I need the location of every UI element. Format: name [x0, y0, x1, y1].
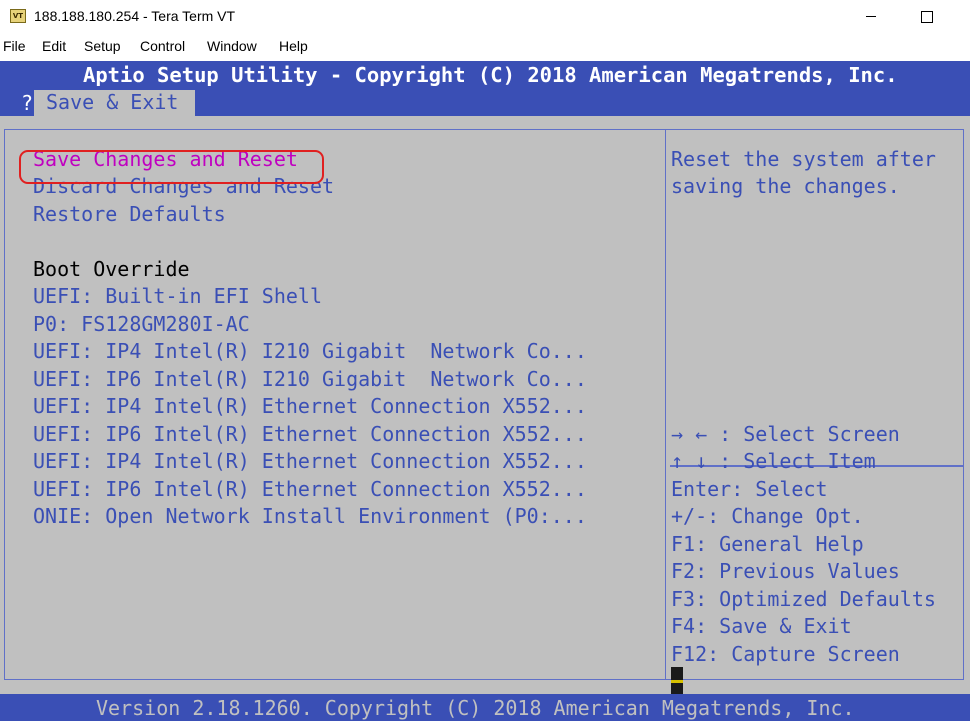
tab-save-exit-label: Save & Exit [46, 90, 179, 114]
footer-version-text: Version 2.18.1260. Copyright (C) 2018 Am… [96, 696, 855, 720]
menu-item-restore-defaults[interactable]: Restore Defaults [33, 202, 226, 226]
bios-body: Save Changes and Reset Discard Changes a… [0, 116, 970, 694]
tab-save-exit[interactable]: Save & Exit [34, 90, 195, 116]
terminal-screen[interactable]: Aptio Setup Utility - Copyright (C) 2018… [0, 61, 970, 721]
tab-prefix: ? [21, 91, 34, 115]
boot-option[interactable]: UEFI: IP4 Intel(R) I210 Gigabit Network … [33, 339, 587, 363]
key-legend-select-screen: → ← : Select Screen [671, 422, 900, 446]
menu-file[interactable]: File [3, 38, 26, 54]
boot-option[interactable]: UEFI: IP6 Intel(R) Ethernet Connection X… [33, 477, 587, 501]
help-text-line: saving the changes. [671, 174, 900, 198]
panel-divider [665, 130, 666, 679]
bios-footer: Version 2.18.1260. Copyright (C) 2018 Am… [0, 694, 970, 721]
boot-option[interactable]: UEFI: IP6 Intel(R) Ethernet Connection X… [33, 422, 587, 446]
key-legend-change-opt: +/-: Change Opt. [671, 504, 864, 528]
boot-option[interactable]: UEFI: IP6 Intel(R) I210 Gigabit Network … [33, 367, 587, 391]
window-titlebar: VT 188.188.180.254 - Tera Term VT [0, 0, 970, 32]
key-legend-f1: F1: General Help [671, 532, 864, 556]
boot-option[interactable]: UEFI: Built-in EFI Shell [33, 284, 322, 308]
menu-edit[interactable]: Edit [42, 38, 66, 54]
boot-option[interactable]: UEFI: IP4 Intel(R) Ethernet Connection X… [33, 394, 587, 418]
bios-title: Aptio Setup Utility - Copyright (C) 2018… [83, 63, 898, 87]
minimize-icon [866, 16, 876, 17]
boot-option[interactable]: UEFI: IP4 Intel(R) Ethernet Connection X… [33, 449, 587, 473]
key-legend-f3: F3: Optimized Defaults [671, 587, 936, 611]
menu-control[interactable]: Control [140, 38, 185, 54]
minimize-button[interactable] [848, 0, 894, 32]
window-title: 188.188.180.254 - Tera Term VT [34, 8, 236, 24]
teraterm-app-icon[interactable]: VT [10, 9, 26, 23]
boot-option[interactable]: P0: FS128GM280I-AC [33, 312, 250, 336]
help-text-line: Reset the system after [671, 147, 936, 171]
annotation-highlight-ring [19, 150, 324, 184]
maximize-button[interactable] [904, 0, 950, 32]
section-boot-override: Boot Override [33, 257, 190, 281]
menu-window[interactable]: Window [207, 38, 257, 54]
bios-header: Aptio Setup Utility - Copyright (C) 2018… [0, 61, 970, 116]
menu-bar: File Edit Setup Control Window Help [0, 37, 970, 57]
menu-setup[interactable]: Setup [84, 38, 121, 54]
menu-help[interactable]: Help [279, 38, 308, 54]
key-legend-select-item: ↑ ↓ : Select Item [671, 449, 876, 473]
key-legend-f12: F12: Capture Screen [671, 642, 900, 666]
key-legend-enter: Enter: Select [671, 477, 828, 501]
boot-option[interactable]: ONIE: Open Network Install Environment (… [33, 504, 587, 528]
key-legend-f2: F2: Previous Values [671, 559, 900, 583]
maximize-icon [921, 11, 933, 23]
terminal-cursor-underline [671, 680, 683, 683]
key-legend-f4: F4: Save & Exit [671, 614, 852, 638]
